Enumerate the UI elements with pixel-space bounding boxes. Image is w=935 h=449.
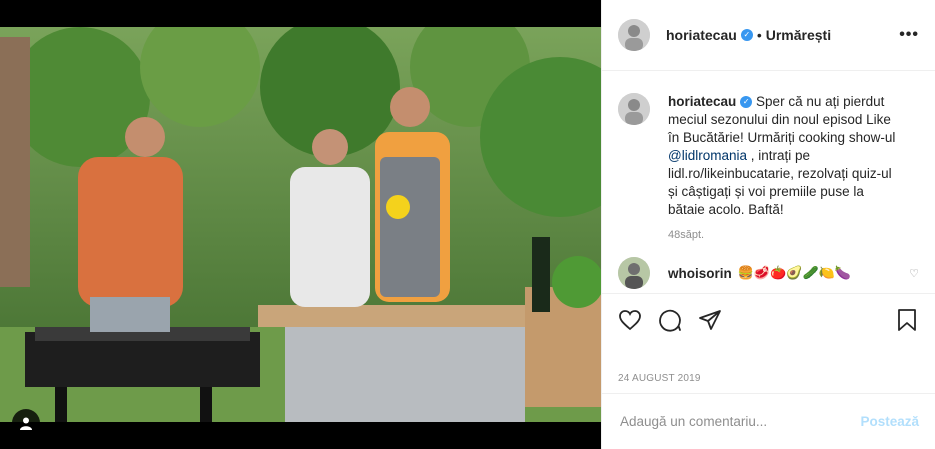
caption-time[interactable]: 48săpt.: [668, 229, 919, 241]
avatar[interactable]: [618, 19, 650, 51]
post-comment-button[interactable]: Postează: [860, 414, 919, 429]
share-icon[interactable]: [698, 308, 722, 332]
comment-input[interactable]: [618, 413, 861, 430]
caption-text: horiatecau ✓ Sper că nu ați pierdut meciu…: [668, 93, 903, 219]
user-tag-button[interactable]: [12, 409, 40, 437]
action-bar: [602, 293, 935, 345]
caption-avatar[interactable]: [618, 93, 650, 125]
caption: horiatecau ✓ Sper că nu ați pierdut meciu…: [618, 93, 919, 219]
header-username[interactable]: horiatecau: [666, 27, 737, 43]
comments-section: horiatecau ✓ Sper că nu ați pierdut meciu…: [602, 71, 935, 293]
verified-icon: ✓: [740, 29, 753, 41]
post-media[interactable]: [0, 0, 601, 449]
post-header: horiatecau ✓ • Urmărești •••: [602, 0, 935, 71]
comment-icon[interactable]: [658, 308, 682, 332]
comment-item: whoisorin 🍔🥩🍅🥑🥒🍋🍆 ♡: [618, 257, 919, 289]
caption-username[interactable]: horiatecau: [668, 94, 736, 109]
avatar-image: [618, 19, 650, 51]
heart-icon[interactable]: [618, 308, 642, 332]
more-icon[interactable]: •••: [899, 26, 919, 44]
user-tag-icon: [20, 417, 32, 430]
post-sidebar: horiatecau ✓ • Urmărești ••• horiatecau ✓…: [601, 0, 935, 449]
caption-avatar-image: [618, 93, 650, 125]
add-comment-bar: Postează: [602, 393, 935, 449]
comment-avatar-image: [618, 257, 650, 289]
cooking-scene-image: [0, 27, 601, 422]
separator-dot: •: [756, 27, 762, 43]
post-date[interactable]: 24 AUGUST 2019: [618, 373, 701, 384]
caption-mention[interactable]: @lidlromania: [668, 148, 747, 163]
verified-icon: ✓: [740, 96, 753, 109]
bookmark-icon[interactable]: [895, 308, 919, 332]
comment-username[interactable]: whoisorin: [668, 266, 732, 281]
comment-text: 🍔🥩🍅🥑🥒🍋🍆: [737, 265, 852, 280]
following-button[interactable]: Urmărești: [766, 27, 831, 43]
comment-like-icon[interactable]: ♡: [909, 267, 919, 280]
comment-avatar[interactable]: [618, 257, 650, 289]
post-photo: [0, 27, 601, 422]
